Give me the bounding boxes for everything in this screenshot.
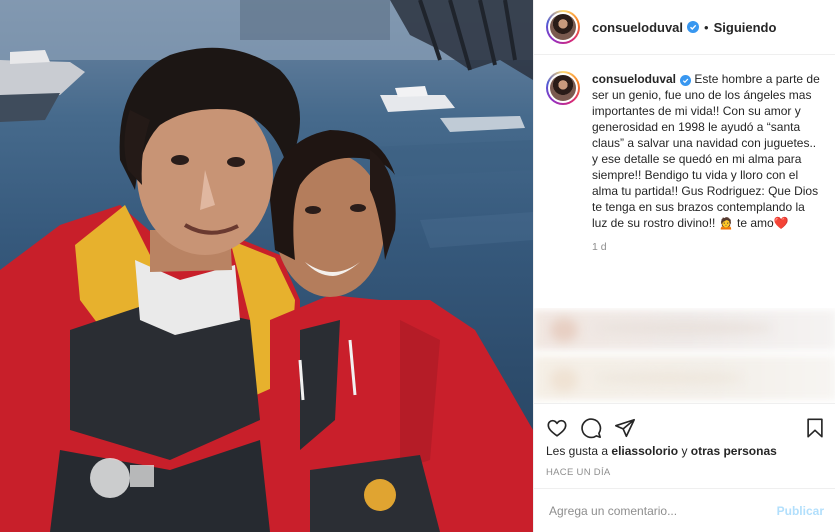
post-comment-button[interactable]: Publicar — [777, 504, 824, 518]
comments-area-blurred — [534, 308, 835, 403]
comment-input[interactable] — [549, 503, 777, 518]
caption-text: Este hombre a parte de ser un genio, fue… — [592, 72, 820, 230]
share-icon[interactable] — [614, 417, 636, 439]
bookmark-icon[interactable] — [804, 417, 826, 439]
blurred-avatar — [550, 368, 578, 392]
post-photo[interactable] — [0, 0, 533, 532]
comment-box: Publicar — [534, 488, 835, 532]
likes-others-link[interactable]: otras personas — [691, 444, 777, 458]
comment-icon[interactable] — [580, 417, 602, 439]
following-button[interactable]: Siguiendo — [714, 20, 777, 35]
action-icons — [534, 404, 835, 444]
avatar-ring — [548, 73, 578, 103]
caption-body: consueloduval Este hombre a parte de ser… — [592, 71, 822, 231]
caption-avatar[interactable] — [546, 71, 580, 105]
avatar-image — [550, 75, 576, 101]
verified-badge-icon — [687, 21, 700, 33]
verified-badge-icon — [680, 75, 692, 86]
likes-summary: Les gusta a eliassolorio y otras persona… — [534, 444, 835, 458]
likes-user-link[interactable]: eliassolorio — [611, 444, 678, 458]
post-header: consueloduval • Siguiendo — [534, 0, 835, 55]
heart-icon[interactable] — [546, 417, 568, 439]
caption-username[interactable]: consueloduval — [592, 72, 676, 86]
avatar-image — [550, 14, 576, 40]
likes-prefix: Les gusta a — [546, 444, 609, 458]
post-side-panel: consueloduval • Siguiendo consueloduval … — [533, 0, 835, 532]
likes-and: y — [681, 444, 688, 458]
blurred-text — [594, 322, 774, 334]
post-photo-image — [0, 0, 533, 532]
blurred-avatar — [550, 318, 578, 342]
blurred-text — [594, 372, 744, 384]
author-username[interactable]: consueloduval — [592, 20, 683, 35]
separator-dot: • — [704, 19, 709, 35]
post-time-ago[interactable]: HACE UN DÍA — [534, 467, 835, 478]
caption-age[interactable]: 1 d — [592, 241, 835, 253]
caption: consueloduval Este hombre a parte de ser… — [534, 55, 835, 231]
avatar-ring — [548, 12, 578, 42]
author-avatar[interactable] — [546, 10, 580, 44]
